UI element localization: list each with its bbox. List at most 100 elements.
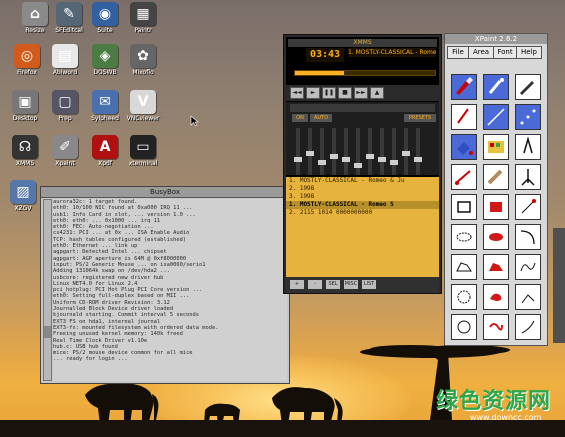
tool-palette-button[interactable] bbox=[483, 134, 509, 160]
eq-slider-knob[interactable] bbox=[366, 154, 374, 160]
tool-spray-button[interactable] bbox=[483, 74, 509, 100]
scrollbar-thumb[interactable] bbox=[44, 326, 51, 338]
tool-line-button[interactable] bbox=[483, 104, 509, 130]
playlist-button[interactable]: SEL bbox=[326, 280, 340, 289]
eq-slider-knob[interactable] bbox=[402, 151, 410, 157]
xpdf-icon: A bbox=[92, 135, 118, 159]
player-control-button[interactable]: ▲ bbox=[370, 87, 384, 99]
tool-text-button[interactable] bbox=[515, 134, 541, 160]
player-titlebar[interactable]: XMMS bbox=[288, 39, 437, 47]
tool-eraser-button[interactable] bbox=[483, 164, 509, 190]
desktop-vncviewer-shortcut[interactable]: V VNCviewer bbox=[118, 90, 168, 123]
xpaint-menu-help[interactable]: Help bbox=[516, 46, 542, 59]
eq-on-button[interactable]: ON bbox=[292, 114, 308, 122]
xpaint-titlebar[interactable]: XPaint 2.6.2 bbox=[445, 34, 547, 44]
tool-pen-button[interactable] bbox=[451, 104, 477, 130]
zoom-icon bbox=[521, 294, 535, 304]
eq-slider-knob[interactable] bbox=[294, 157, 302, 162]
eq-slider-knob[interactable] bbox=[354, 162, 362, 168]
tool-curve-button[interactable] bbox=[515, 224, 541, 250]
tool-polygon-button[interactable] bbox=[451, 254, 477, 280]
playlist-button[interactable]: LIST bbox=[362, 280, 376, 289]
desktop-icon-label: Paintr bbox=[134, 27, 152, 34]
xmms-icon: ☊ bbox=[12, 135, 38, 159]
player-control-button[interactable]: ❚❚ bbox=[322, 87, 336, 99]
brush-icon bbox=[456, 77, 473, 95]
seek-bar[interactable] bbox=[294, 70, 436, 76]
playlist-item[interactable]: 1. MOSTLY-CLASSICAL - Romeo S bbox=[286, 201, 439, 209]
equalizer-titlebar[interactable] bbox=[290, 104, 435, 112]
eq-slider-knob[interactable] bbox=[318, 159, 326, 165]
player-control-button[interactable]: ► bbox=[306, 87, 320, 99]
player-control-button[interactable]: ■ bbox=[338, 87, 352, 99]
oval-icon bbox=[456, 232, 472, 242]
select-icon bbox=[457, 320, 471, 334]
tool-dots-button[interactable] bbox=[515, 104, 541, 130]
tool-cut-button[interactable] bbox=[483, 314, 509, 340]
fill-icon bbox=[457, 142, 473, 155]
tool-brush-button[interactable] bbox=[451, 74, 477, 100]
player-control-button[interactable]: ►► bbox=[354, 87, 368, 99]
terminal-titlebar[interactable]: BusyBox bbox=[41, 187, 289, 198]
doswb-icon: ◈ bbox=[92, 44, 118, 68]
playlist-button[interactable]: + bbox=[290, 280, 304, 289]
terminal-output[interactable]: aurora32c: 1 target found. eth0: 10/100 N… bbox=[53, 199, 287, 381]
abiword-icon: ▤ bbox=[52, 44, 78, 68]
palette-icon bbox=[488, 141, 504, 153]
playlist-item[interactable]: 2. 2115 1014 0000000000 bbox=[286, 209, 439, 217]
tool-zoom-button[interactable] bbox=[515, 284, 541, 310]
tool-pick-button[interactable] bbox=[515, 164, 541, 190]
ground bbox=[0, 420, 565, 437]
eq-auto-button[interactable]: AUTO bbox=[310, 114, 332, 122]
playlist-item[interactable]: 1. MOSTLY-CLASSICAL - Romeo & Ju bbox=[286, 177, 439, 185]
tool-oval-button[interactable] bbox=[451, 224, 477, 250]
desktop-mixoflo-shortcut[interactable]: ✿ Mixoflo bbox=[118, 44, 168, 77]
eq-slider-knob[interactable] bbox=[390, 159, 398, 165]
tool-rect-button[interactable] bbox=[451, 194, 477, 220]
eq-slider-knob[interactable] bbox=[306, 151, 314, 157]
terminal-scrollbar[interactable] bbox=[43, 199, 52, 381]
playlist-footer: + - SEL MISC LIST bbox=[286, 277, 439, 293]
eq-slider-knob[interactable] bbox=[414, 157, 422, 162]
eq-slider-knob[interactable] bbox=[330, 154, 338, 160]
playlist-button[interactable]: MISC bbox=[344, 280, 358, 289]
terminal-line: ... ready for login ... bbox=[53, 356, 128, 363]
tool-arc-button[interactable] bbox=[515, 194, 541, 220]
desktop-xterminal-shortcut[interactable]: ▭ xterminal bbox=[118, 135, 168, 168]
eq-slider-knob[interactable] bbox=[378, 157, 386, 162]
partial-window bbox=[553, 228, 565, 343]
eq-presets-button[interactable]: PRESETS bbox=[404, 114, 436, 122]
xpaint-menu-file[interactable]: File bbox=[447, 46, 469, 59]
tool-lasso-button[interactable] bbox=[451, 284, 477, 310]
tool-filled-polygon-button[interactable] bbox=[483, 254, 509, 280]
playlist-rows: 1. MOSTLY-CLASSICAL - Romeo & Ju 2. 1998 3… bbox=[286, 177, 439, 217]
song-marquee: 1. MOSTLY-CLASSICAL - Romeo S bbox=[348, 48, 436, 57]
tool-paste-button[interactable] bbox=[515, 314, 541, 340]
seek-fill bbox=[295, 71, 344, 75]
terminal-window[interactable]: BusyBox aurora32c: 1 target found. eth0: … bbox=[40, 186, 290, 384]
playlist-item[interactable]: 2. 1998 bbox=[286, 185, 439, 193]
paintr-icon: ▦ bbox=[130, 2, 156, 26]
tool-select-button[interactable] bbox=[451, 314, 477, 340]
tool-filled-lasso-button[interactable] bbox=[483, 284, 509, 310]
watermark-text: 绿色资源网 bbox=[436, 389, 552, 414]
desktop-paintr-shortcut[interactable]: ▦ Paintr bbox=[118, 2, 168, 35]
rect-icon bbox=[457, 201, 471, 213]
xpaint-menu-font[interactable]: Font bbox=[493, 46, 517, 59]
tool-pencil-button[interactable] bbox=[515, 74, 541, 100]
xpaint-menu-area[interactable]: Area bbox=[468, 46, 494, 59]
eq-slider-knob[interactable] bbox=[342, 157, 350, 162]
tool-fill-button[interactable] bbox=[451, 134, 477, 160]
player-control-button[interactable]: ◄◄ bbox=[290, 87, 304, 99]
time-display[interactable]: 03:43 bbox=[306, 48, 344, 62]
tool-filled-rect-button[interactable] bbox=[483, 194, 509, 220]
xmms-player[interactable]: XMMS 03:43 1. MOSTLY-CLASSICAL - Romeo S… bbox=[283, 34, 442, 294]
tool-freehand-button[interactable] bbox=[515, 254, 541, 280]
desktop: ⌂ Resize ✎ SFEditcal ◉ Suite ▦ Paintr ◎ Firefox ▤ A… bbox=[0, 0, 565, 437]
tool-smear-button[interactable] bbox=[451, 164, 477, 190]
playlist-item[interactable]: 3. 1998 bbox=[286, 193, 439, 201]
player-main: XMMS 03:43 1. MOSTLY-CLASSICAL - Romeo S bbox=[286, 37, 439, 85]
tool-filled-oval-button[interactable] bbox=[483, 224, 509, 250]
playlist-button[interactable]: - bbox=[308, 280, 322, 289]
xpaint-toolbox[interactable]: XPaint 2.6.2 File Area Font Help bbox=[444, 33, 548, 346]
